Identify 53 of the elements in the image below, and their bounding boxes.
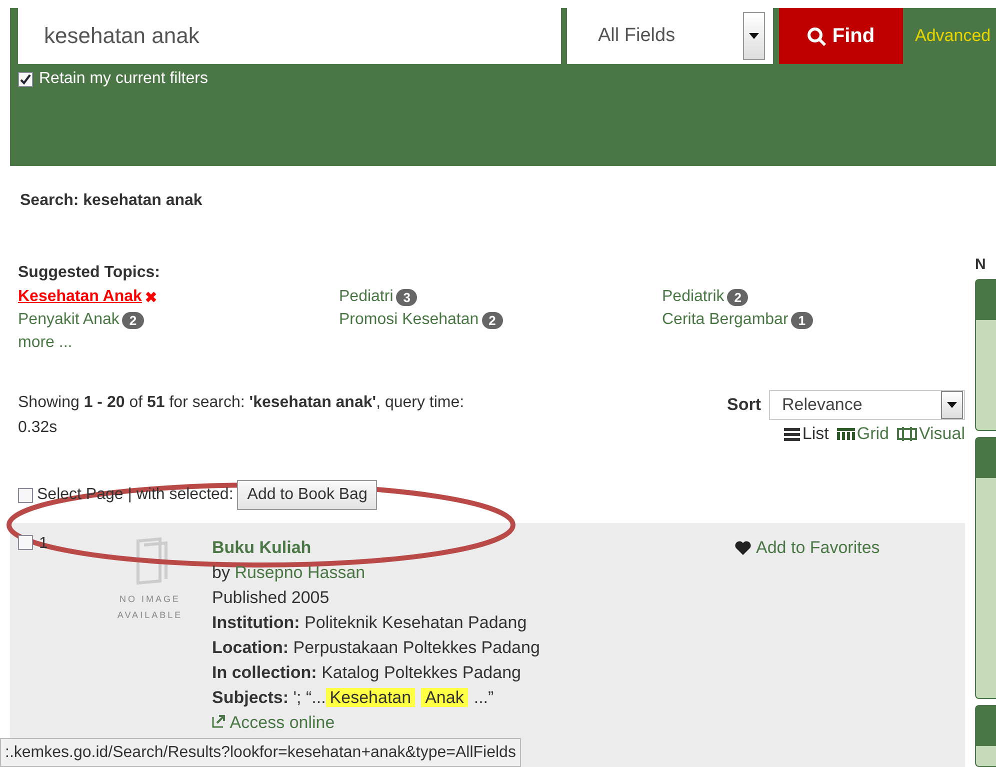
topic-link[interactable]: Pediatri (339, 288, 394, 306)
find-button[interactable]: Find (779, 8, 903, 64)
detail-line: Location: Perpustakaan Poltekkes Padang (212, 637, 541, 659)
view-link[interactable]: Visual (897, 424, 965, 444)
view-link[interactable]: Grid (836, 424, 889, 444)
detail-line: Institution: Politeknik Kesehatan Padang (212, 612, 528, 634)
sort-select[interactable]: Relevance (769, 390, 965, 420)
list-icon (784, 427, 800, 441)
topic-link[interactable]: Penyakit Anak (18, 311, 120, 329)
sidebar-heading: N (975, 256, 986, 273)
count-badge: 1 (791, 312, 813, 328)
count-badge: 3 (396, 288, 418, 306)
caret-icon (749, 33, 759, 39)
count-badge: 2 (727, 288, 748, 306)
status-url: :.kemkes.go.id/Search/Results?lookfor=kesehatan+anak&type=AllFields (0, 738, 521, 767)
count-badge: 2 (482, 312, 503, 328)
favorites-link[interactable]: Add to Favorites (734, 535, 880, 560)
access-online-link[interactable]: Access online (212, 713, 335, 732)
count-badge: 2 (122, 312, 144, 328)
external-link-icon (212, 714, 226, 728)
checkmark-icon (20, 74, 31, 84)
published-text: Published 2005 (212, 587, 330, 609)
field-select[interactable]: All Fields (567, 8, 773, 64)
topic-link[interactable]: Promosi Kesehatan (339, 311, 479, 329)
topic-link[interactable]: Kesehatan Anak (18, 288, 142, 306)
search-field[interactable]: kesehatan anak (18, 8, 561, 64)
add-to-book-bag-button[interactable]: Add to Book Bag (237, 480, 378, 510)
grid-icon (836, 428, 855, 440)
sidebar-panel (975, 705, 996, 767)
heart-icon (734, 540, 752, 556)
view-link[interactable]: List (784, 424, 829, 444)
select-page-checkbox[interactable] (18, 488, 33, 502)
retain-label: Retain my current filters (39, 70, 208, 88)
advanced-link[interactable]: Advanced (915, 26, 991, 46)
author-link[interactable]: Rusepno Hassan (234, 563, 366, 582)
search-heading: Search: kesehatan anak (20, 192, 204, 210)
result-title[interactable]: Buku Kuliah (212, 535, 682, 560)
search-icon (807, 26, 826, 46)
sort-label: Sort (727, 395, 761, 415)
film-icon (897, 426, 917, 442)
subjects-line: Subjects: '; “... Kesehatan Anak ...” (212, 687, 495, 709)
remove-icon[interactable] (144, 291, 157, 303)
no-image-text: NO IMAGE AVAILABLE (116, 593, 184, 622)
retain-checkbox[interactable] (18, 72, 33, 86)
author-line: by Rusepno Hassan (212, 562, 366, 584)
detail-line: In collection: Katalog Poltekkes Padang (212, 662, 522, 684)
result-checkbox[interactable] (18, 535, 33, 550)
more-link[interactable]: more ... (18, 334, 72, 352)
topics-title: Suggested Topics: (18, 264, 161, 282)
results-summary: Showing 1 - 20 of 51 for search: 'kesehatan anak', query time: 0.32s (18, 393, 466, 438)
caret-icon (947, 402, 957, 408)
topic-link[interactable]: Cerita Bergambar (662, 311, 788, 329)
topic-link[interactable]: Pediatrik (662, 288, 724, 306)
